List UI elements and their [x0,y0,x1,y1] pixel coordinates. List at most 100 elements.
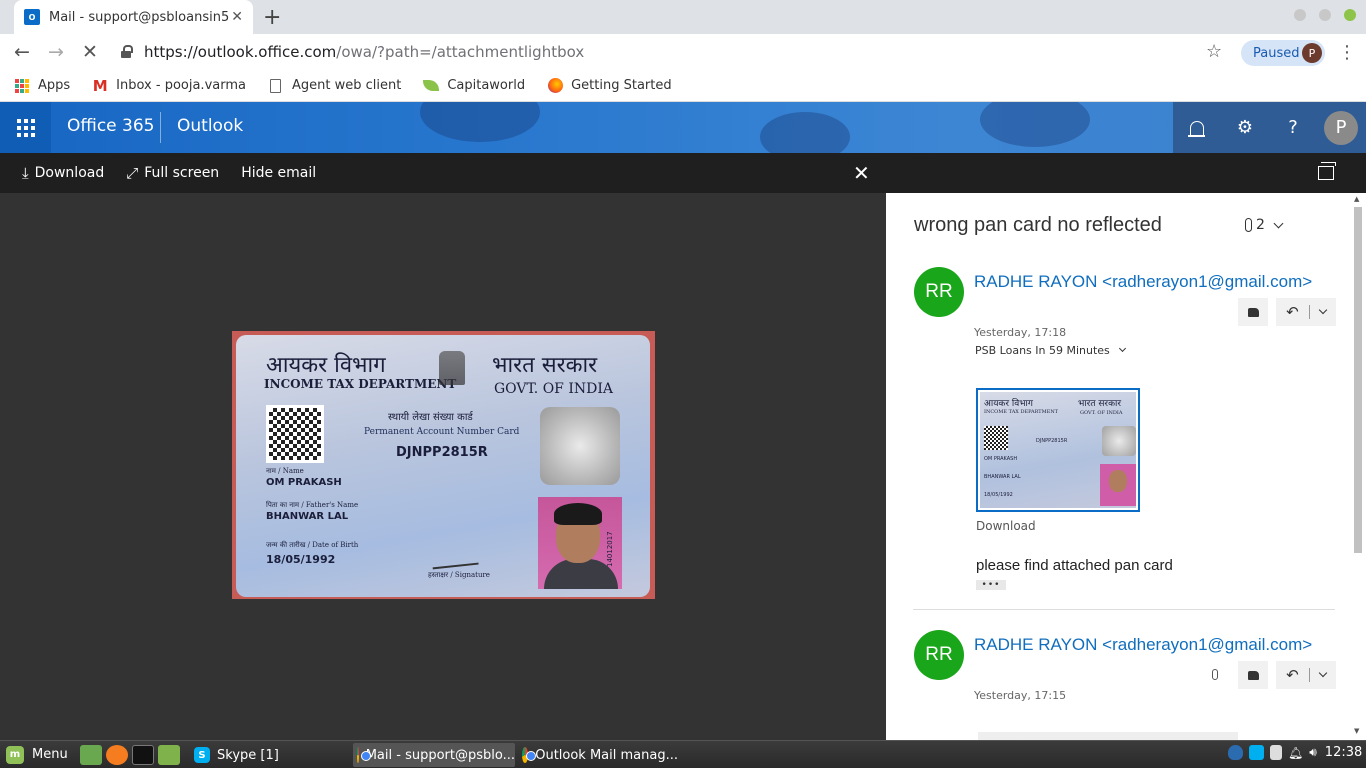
browser-toolbar: ← → ✕ https://outlook.office.com/owa/?pa… [0,34,1366,70]
like-button[interactable] [1238,298,1268,326]
reading-pane-scrollbar[interactable] [1354,207,1362,553]
notifications-button[interactable] [1173,102,1221,153]
clock[interactable]: 12:38 [1325,745,1362,760]
full-screen-button[interactable]: ⤢ Full screen [126,164,219,182]
bookmark-agent-web-client[interactable]: Agent web client [268,78,401,94]
pan-card-image: आयकर विभाग INCOME TAX DEPARTMENT भारत सर… [232,331,655,599]
scroll-up-icon[interactable]: ▲ [1354,195,1359,203]
attachment-count: 2 [1256,217,1265,233]
thumb-dob: 18/05/1992 [984,492,1013,498]
bookmark-capitaworld[interactable]: Capitaworld [423,78,525,94]
help-icon: ? [1288,117,1298,138]
tab-close-icon[interactable]: ✕ [231,9,243,25]
stop-loading-button[interactable]: ✕ [73,37,107,67]
thumb-pan-number: DJNPP2815R [1036,438,1068,444]
volume-icon[interactable]: 🔊︎ [1309,745,1317,760]
profile-avatar: P [1302,43,1322,63]
chevron-down-icon [1318,668,1328,678]
browser-tab-mail[interactable]: O Mail - support@psbloansin59m ✕ [14,0,253,34]
sender-name[interactable]: RADHE RAYON <radherayon1@gmail.com> [974,272,1312,292]
attachment-thumbnail[interactable]: आयकर विभाग INCOME TAX DEPARTMENT भारत सर… [976,388,1140,512]
card-pan-number: DJNPP2815R [396,445,488,460]
shield-icon[interactable] [1228,745,1243,760]
browser-menu-icon[interactable]: ⋮ [1338,42,1356,63]
firefox-icon [547,78,563,94]
taskbar-chrome-mail[interactable]: Mail - support@psblo... [353,743,515,767]
back-button[interactable]: ← [5,37,39,67]
close-window-button[interactable] [1344,9,1356,21]
card-father-label: पिता का नाम / Father's Name [266,501,359,509]
bookmark-apps[interactable]: Apps [14,78,70,94]
attachment-download-link[interactable]: Download [976,519,1036,533]
show-more-button[interactable]: ••• [976,580,1006,590]
card-hindi-department: आयकर विभाग [266,353,386,378]
card-department: INCOME TAX DEPARTMENT [264,377,457,391]
profile-paused-button[interactable]: Paused P [1241,40,1325,66]
app-launcher-button[interactable] [0,102,51,153]
bookmark-getting-started[interactable]: Getting Started [547,78,672,94]
bookmarks-bar: Apps M Inbox - pooja.varma Agent web cli… [0,70,1366,102]
help-button[interactable]: ? [1269,102,1317,153]
attachments-dropdown[interactable]: 2 [1245,217,1284,233]
thumb-father: BHANWAR LAL [984,474,1021,480]
system-tray: 🔔︎ 🔊︎ 12:38 [1228,745,1362,760]
header-actions: ⚙ ? P [1173,102,1366,153]
clipboard-icon[interactable] [1270,745,1282,760]
sender-name[interactable]: RADHE RAYON <radherayon1@gmail.com> [974,635,1312,655]
files-launcher-icon[interactable] [157,744,180,765]
thumb-department: INCOME TAX DEPARTMENT [984,409,1059,415]
new-tab-button[interactable]: + [263,5,281,30]
start-menu-button[interactable]: m Menu [0,745,68,764]
lightbox-toolbar: ⤓ Download ⤢ Full screen Hide email ✕ [0,153,1366,193]
header-background-decoration [760,112,850,153]
reply-icon: ↶ [1286,303,1299,321]
bookmark-label: Agent web client [291,78,402,93]
hide-email-button[interactable]: Hide email [241,165,316,181]
download-button[interactable]: ⤓ Download [22,164,104,182]
attachment-viewer: आयकर विभाग INCOME TAX DEPARTMENT भारत सर… [0,193,886,740]
maximize-button[interactable] [1319,9,1331,21]
browser-tabstrip: O Mail - support@psbloansin59m ✕ + [0,0,1366,34]
recipient-line[interactable]: PSB Loans In 59 Minutes [975,344,1126,357]
download-label: Download [34,165,105,181]
pan-card: आयकर विभाग INCOME TAX DEPARTMENT भारत सर… [236,335,650,597]
mint-logo-icon: m [6,745,24,764]
pop-out-icon[interactable] [1318,162,1336,180]
taskbar-chrome-outlook[interactable]: Outlook Mail manag... [518,743,678,767]
show-desktop-icon[interactable] [79,744,102,765]
reply-all-button[interactable]: ↶ [1276,298,1336,326]
address-bar[interactable]: https://outlook.office.com/owa/?path=/at… [110,37,1230,67]
card-government: GOVT. OF INDIA [494,381,613,397]
like-button[interactable] [1238,661,1268,689]
forward-button[interactable]: → [39,37,73,67]
separator [1308,305,1310,319]
notification-icon[interactable]: 🔔︎ [1288,746,1303,760]
thumb-name: OM PRAKASH [984,456,1018,462]
outlook-app-name[interactable]: Outlook [177,116,243,136]
bookmark-label: Apps [38,78,71,93]
skype-tray-icon[interactable] [1249,745,1264,760]
taskbar-skype[interactable]: S Skype [1] [190,743,346,767]
chevron-down-icon [1318,305,1328,315]
message-divider [913,609,1335,610]
paperclip-icon [1212,669,1218,680]
settings-button[interactable]: ⚙ [1221,102,1269,153]
message-actions: ↶ [1236,661,1336,689]
card-title: Permanent Account Number Card [364,427,520,437]
close-lightbox-icon[interactable]: ✕ [853,161,870,185]
minimize-button[interactable] [1294,9,1306,21]
card-hindi-title: स्थायी लेखा संख्या कार्ड [388,412,473,423]
firefox-launcher-icon[interactable] [105,744,128,765]
bookmark-gmail-inbox[interactable]: M Inbox - pooja.varma [92,77,246,95]
signature-icon [431,550,479,570]
scroll-down-icon[interactable]: ▼ [1354,727,1359,735]
office365-brand[interactable]: Office 365 [67,116,154,136]
bookmark-star-icon[interactable]: ☆ [1206,41,1222,62]
reply-all-button[interactable]: ↶ [1276,661,1336,689]
reading-pane: wrong pan card no reflected 2 RR RADHE R… [886,193,1366,740]
card-name-label: नाम / Name [266,467,304,475]
account-button[interactable]: P [1317,102,1365,153]
terminal-launcher-icon[interactable] [131,744,154,765]
bookmark-label: Inbox - pooja.varma [116,78,246,93]
header-background-decoration [980,102,1090,147]
